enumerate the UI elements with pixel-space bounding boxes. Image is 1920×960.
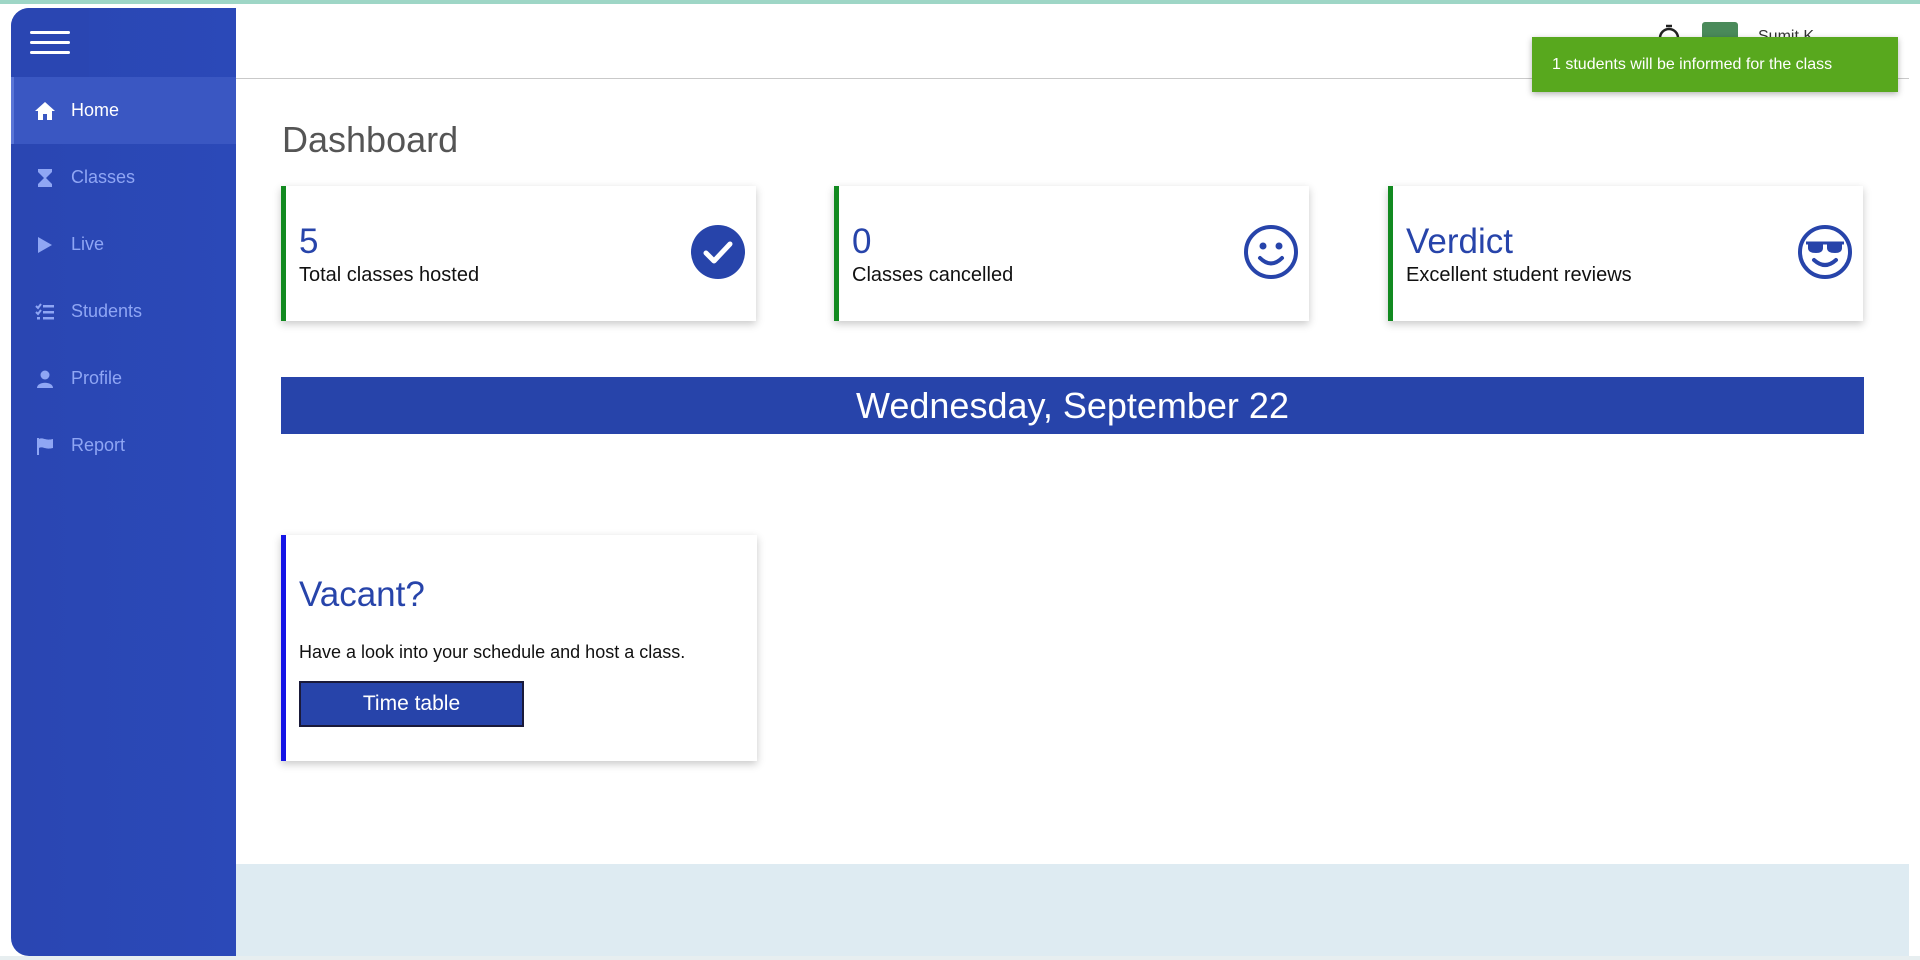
page-title: Dashboard xyxy=(282,119,459,160)
sidebar: Home Classes Live Students Profile Repor… xyxy=(11,8,236,956)
vacant-card: Vacant? Have a look into your schedule a… xyxy=(281,535,757,761)
sidebar-item-students[interactable]: Students xyxy=(11,278,236,345)
sidebar-item-label: Profile xyxy=(71,368,123,388)
home-icon xyxy=(33,100,57,122)
hamburger-line xyxy=(30,51,70,54)
vacant-title: Vacant? xyxy=(299,575,425,614)
stat-card-verdict: Verdict Excellent student reviews xyxy=(1388,186,1863,321)
sidebar-item-report[interactable]: Report xyxy=(11,412,236,479)
notification-toast[interactable]: 1 students will be informed for the clas… xyxy=(1532,37,1898,92)
window-bottom-edge xyxy=(0,956,1920,960)
stat-label: Total classes hosted xyxy=(299,264,480,286)
user-icon xyxy=(33,368,57,390)
stat-value: 0 xyxy=(852,222,872,261)
smiley-icon xyxy=(1244,225,1298,279)
hamburger-line xyxy=(30,31,70,34)
sidebar-item-profile[interactable]: Profile xyxy=(11,345,236,412)
checklist-icon xyxy=(33,301,57,323)
sidebar-item-label: Home xyxy=(71,100,120,120)
date-banner: Wednesday, September 22 xyxy=(281,377,1864,434)
content-footer-area xyxy=(236,864,1909,960)
sidebar-item-label: Live xyxy=(71,234,105,254)
timetable-button[interactable]: Time table xyxy=(299,681,524,727)
sidebar-item-classes[interactable]: Classes xyxy=(11,144,236,211)
sidebar-item-label: Report xyxy=(71,435,126,455)
sidebar-nav: Home Classes Live Students Profile Repor… xyxy=(11,77,236,479)
stat-card-classes-hosted: 5 Total classes hosted xyxy=(281,186,756,321)
vacant-text: Have a look into your schedule and host … xyxy=(299,642,686,662)
stat-card-classes-cancelled: 0 Classes cancelled xyxy=(834,186,1309,321)
stat-value: Verdict xyxy=(1406,222,1513,261)
hamburger-line xyxy=(30,41,70,44)
stat-label: Excellent student reviews xyxy=(1406,264,1632,286)
sidebar-item-label: Classes xyxy=(71,167,136,187)
check-circle-icon xyxy=(691,225,745,279)
app-frame: Sumit K... Home Classes xyxy=(0,0,1920,960)
menu-toggle-button[interactable] xyxy=(11,8,89,77)
sidebar-item-live[interactable]: Live xyxy=(11,211,236,278)
stat-label: Classes cancelled xyxy=(852,264,1014,286)
hourglass-icon xyxy=(33,167,57,189)
sidebar-item-label: Students xyxy=(71,301,143,321)
play-icon xyxy=(33,234,57,256)
sunglasses-smiley-icon xyxy=(1798,225,1852,279)
stat-value: 5 xyxy=(299,222,319,261)
flag-icon xyxy=(33,435,57,457)
sidebar-item-home[interactable]: Home xyxy=(11,77,236,144)
